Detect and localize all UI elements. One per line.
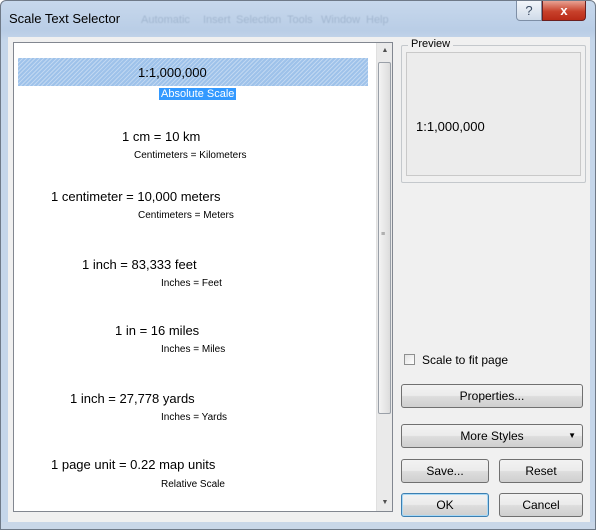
more-styles-button-label: More Styles xyxy=(460,429,524,443)
list-item-inch-miles[interactable]: 1 in = 16 miles Inches = Miles xyxy=(14,323,376,373)
ghost-menu-item: Selection xyxy=(236,14,282,26)
preview-label: Preview xyxy=(408,38,454,50)
ok-button[interactable]: OK xyxy=(401,493,489,517)
ghost-menu-item: Automatic xyxy=(141,14,190,26)
scale-text-main: 1 inch = 27,778 yards xyxy=(70,391,195,406)
properties-button[interactable]: Properties... xyxy=(401,384,583,408)
ghost-menu-item: Insert xyxy=(203,14,231,26)
scale-text-main: 1 in = 16 miles xyxy=(115,323,200,338)
properties-button-label: Properties... xyxy=(459,389,525,403)
reset-button-label: Reset xyxy=(525,464,557,478)
window-bottom-border xyxy=(1,522,595,529)
scale-text-sub: Inches = Feet xyxy=(161,278,222,289)
scale-text-main: 1 inch = 83,333 feet xyxy=(82,257,197,272)
reset-button[interactable]: Reset xyxy=(499,459,583,483)
ghost-menu-item: Help xyxy=(366,14,389,26)
scroll-up-icon[interactable]: ▲ xyxy=(377,43,393,59)
preview-group: Preview 1:1,000,000 xyxy=(401,38,586,183)
ghost-menu-item: Tools xyxy=(287,14,313,26)
scale-text-main: 1 page unit = 0.22 map units xyxy=(51,457,216,472)
list-scrollbar[interactable]: ▲ ≡ ▼ xyxy=(376,43,392,511)
more-styles-button[interactable]: More Styles ▼ xyxy=(401,424,583,448)
scale-text-main: 1:1,000,000 xyxy=(138,65,207,80)
scale-text-sub: Centimeters = Kilometers xyxy=(134,150,247,161)
preview-box: 1:1,000,000 xyxy=(406,52,581,176)
cancel-button-label: Cancel xyxy=(522,498,560,512)
list-item-inch-feet[interactable]: 1 inch = 83,333 feet Inches = Feet xyxy=(14,257,376,307)
scale-text-items: 1:1,000,000 Absolute Scale 1 cm = 10 km … xyxy=(14,43,376,511)
scale-text-main: 1 cm = 10 km xyxy=(122,129,201,144)
scale-text-sub: Centimeters = Meters xyxy=(138,210,234,221)
title-bar[interactable]: Scale Text Selector Automatic Insert Sel… xyxy=(1,1,595,37)
dialog-title: Scale Text Selector xyxy=(9,11,121,26)
scale-text-sub: Absolute Scale xyxy=(159,88,237,100)
scale-text-selector-dialog: Scale Text Selector Automatic Insert Sel… xyxy=(0,0,596,530)
scale-text-list[interactable]: 1:1,000,000 Absolute Scale 1 cm = 10 km … xyxy=(13,42,393,512)
scale-text-sub: Relative Scale xyxy=(161,479,225,490)
list-item-relative-scale[interactable]: 1 page unit = 0.22 map units Relative Sc… xyxy=(14,457,376,507)
list-item-cm-km[interactable]: 1 cm = 10 km Centimeters = Kilometers xyxy=(14,129,376,179)
save-button[interactable]: Save... xyxy=(401,459,489,483)
list-item-inch-yards[interactable]: 1 inch = 27,778 yards Inches = Yards xyxy=(14,391,376,441)
ok-button-label: OK xyxy=(436,498,454,512)
save-button-label: Save... xyxy=(426,464,464,478)
ghost-menu-item: Window xyxy=(321,14,361,26)
close-button[interactable]: x xyxy=(542,1,586,21)
preview-text: 1:1,000,000 xyxy=(416,119,485,134)
scale-to-fit-checkbox[interactable] xyxy=(404,354,415,365)
scale-text-sub: Inches = Yards xyxy=(161,412,228,423)
scale-text-main: 1 centimeter = 10,000 meters xyxy=(51,189,221,204)
list-item-absolute-scale[interactable]: 1:1,000,000 Absolute Scale xyxy=(14,43,376,113)
cancel-button[interactable]: Cancel xyxy=(499,493,583,517)
help-button[interactable]: ? xyxy=(516,1,542,21)
scroll-down-icon[interactable]: ▼ xyxy=(377,495,393,511)
list-item-cm-m[interactable]: 1 centimeter = 10,000 meters Centimeters… xyxy=(14,189,376,239)
chevron-down-icon: ▼ xyxy=(568,431,576,440)
grip-icon: ≡ xyxy=(381,231,386,238)
dialog-body: 1:1,000,000 Absolute Scale 1 cm = 10 km … xyxy=(8,37,590,527)
scrollbar-thumb[interactable]: ≡ xyxy=(378,62,391,414)
scale-text-sub: Inches = Miles xyxy=(161,344,226,355)
scale-to-fit-label: Scale to fit page xyxy=(422,353,509,367)
